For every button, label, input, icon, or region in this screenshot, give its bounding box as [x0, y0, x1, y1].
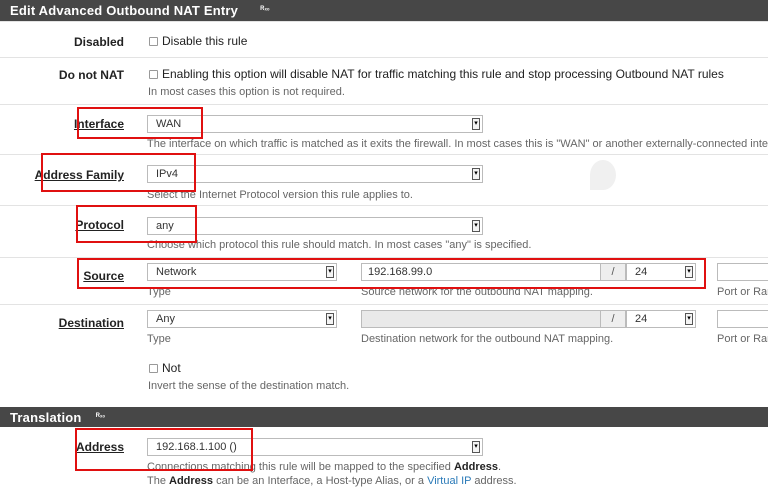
translation-address-hint-line2: The Address can be an Interface, a Host-…	[147, 475, 517, 487]
destination-port-input[interactable]	[717, 310, 768, 328]
destination-label: Destination	[58, 316, 124, 330]
destination-port-hint: Port or Ran	[717, 333, 768, 345]
panel-header: Edit Advanced Outbound NAT Entry Rₓₒ	[0, 0, 768, 21]
highlight-box-interface	[77, 107, 203, 139]
destination-not-hint: Invert the sense of the destination matc…	[148, 380, 350, 392]
disabled-row: Disabled Disable this rule	[0, 21, 768, 57]
watermark-text: Rₓₒ	[95, 413, 106, 419]
protocol-select[interactable]: any ▾	[147, 217, 483, 235]
destination-type-value: Any	[156, 313, 175, 325]
highlight-box-protocol	[76, 205, 197, 243]
disabled-checkbox[interactable]	[149, 37, 158, 46]
do-not-nat-checkbox[interactable]	[149, 70, 158, 79]
disabled-checkbox-label: Disable this rule	[162, 34, 248, 48]
do-not-nat-hint: In most cases this option is not require…	[148, 86, 345, 98]
protocol-hint: Choose which protocol this rule should m…	[147, 239, 532, 251]
chevron-down-icon: ▾	[326, 313, 334, 325]
watermark-text: Rₓₒ	[260, 6, 270, 12]
chevron-down-icon: ▾	[472, 220, 480, 232]
virtual-ip-link[interactable]: Virtual IP	[427, 475, 471, 487]
destination-row: Destination Any ▾ / 24 ▾ Type Destinatio…	[0, 304, 768, 399]
disabled-label: Disabled	[73, 35, 124, 49]
destination-type-hint: Type	[147, 333, 171, 345]
source-port-input[interactable]	[717, 263, 768, 281]
do-not-nat-row: Do not NAT Enabling this option will dis…	[0, 57, 768, 104]
destination-mask-value: 24	[635, 313, 648, 325]
interface-hint: The interface on which traffic is matche…	[147, 138, 768, 150]
watermark-logo-icon	[590, 160, 616, 190]
chevron-down-icon: ▾	[472, 118, 480, 130]
chevron-down-icon: ▾	[472, 168, 480, 180]
destination-not-label: Not	[162, 361, 181, 375]
do-not-nat-label: Do not NAT	[58, 68, 124, 82]
highlight-box-address-family	[41, 153, 196, 192]
chevron-down-icon: ▾	[685, 313, 693, 325]
panel-title: Edit Advanced Outbound NAT Entry	[10, 3, 239, 18]
chevron-down-icon: ▾	[472, 441, 480, 453]
destination-address-hint: Destination network for the outbound NAT…	[361, 333, 614, 345]
destination-slash: /	[600, 310, 626, 328]
highlight-box-source	[77, 258, 706, 289]
destination-type-select[interactable]: Any ▾	[147, 310, 337, 328]
destination-address-input[interactable]	[361, 310, 601, 328]
translation-header: Translation Rₓₒ	[0, 407, 768, 427]
highlight-box-translation-address	[75, 428, 253, 471]
do-not-nat-checkbox-label: Enabling this option will disable NAT fo…	[162, 67, 724, 81]
destination-not-checkbox[interactable]	[149, 364, 158, 373]
source-port-hint: Port or Ran	[717, 286, 768, 298]
destination-mask-select[interactable]: 24 ▾	[626, 310, 696, 328]
translation-title: Translation	[10, 410, 82, 425]
address-family-select[interactable]: IPv4 ▾	[147, 165, 483, 183]
